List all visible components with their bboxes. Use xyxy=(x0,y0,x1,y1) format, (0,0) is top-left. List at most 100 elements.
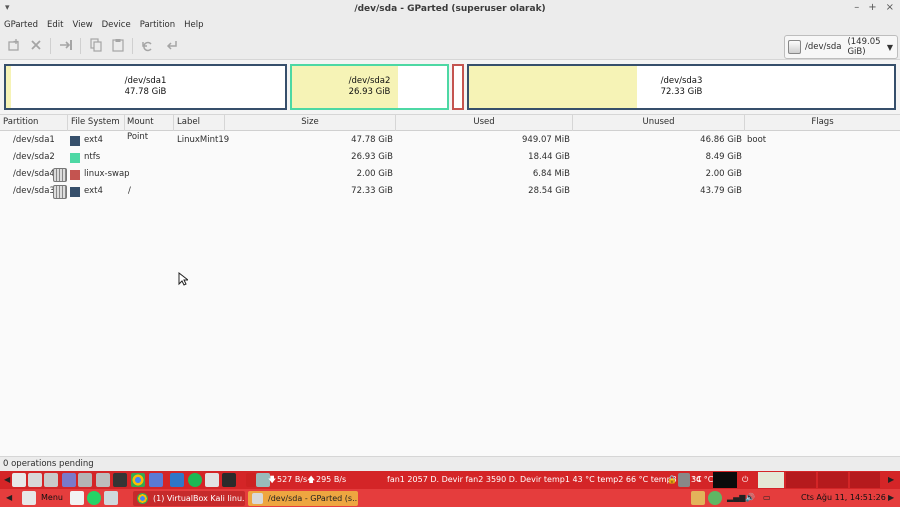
menu-view[interactable]: View xyxy=(72,20,92,30)
cell-used: 28.54 GiB xyxy=(528,186,570,196)
cell-partition: /dev/sda2 xyxy=(13,152,55,162)
new-partition-icon[interactable] xyxy=(6,38,22,54)
cell-size: 26.93 GiB xyxy=(351,152,393,162)
partition-map-size: 72.33 GiB xyxy=(660,87,703,97)
paste-icon[interactable] xyxy=(110,38,126,54)
col-mountpoint[interactable]: Mount Point xyxy=(125,115,174,142)
temperature-value: 34 °C xyxy=(691,475,714,484)
panel-right-arrow-icon[interactable]: ▶ xyxy=(888,489,894,507)
chrome-icon[interactable] xyxy=(131,473,145,487)
menu-device[interactable]: Device xyxy=(102,20,131,30)
panel-left-arrow-icon[interactable]: ◀ xyxy=(6,489,12,507)
partition-map-sda4[interactable] xyxy=(452,64,464,110)
menu-button[interactable]: Menu xyxy=(41,489,63,507)
table-row[interactable]: /dev/sda4 linux-swap 2.00 GiB 6.84 MiB 2… xyxy=(0,166,900,183)
window-titlebar: ▾ /dev/sda - GParted (superuser olarak) … xyxy=(0,0,900,18)
lock-icon xyxy=(53,168,67,182)
taskbar-item-label: /dev/sda - GParted (s... xyxy=(268,494,358,503)
workspace-switcher[interactable] xyxy=(818,472,848,488)
cell-unused: 43.79 GiB xyxy=(700,186,742,196)
panel-left-arrow-icon[interactable]: ◀ xyxy=(4,471,10,489)
partition-map-size: 47.78 GiB xyxy=(124,87,167,97)
workspace-switcher[interactable] xyxy=(786,472,816,488)
partition-table: Partition File System Mount Point Label … xyxy=(0,114,900,456)
clock[interactable]: Cts Ağu 11, 14:51:26 xyxy=(801,489,886,507)
shield-icon[interactable] xyxy=(708,491,722,505)
panel-right-arrow-icon[interactable]: ▶ xyxy=(888,471,894,489)
app-icon[interactable] xyxy=(205,473,219,487)
menu-gparted[interactable]: GParted xyxy=(4,20,38,30)
app-icon[interactable] xyxy=(170,473,184,487)
resize-icon[interactable] xyxy=(58,38,74,54)
firefox-icon[interactable] xyxy=(149,473,163,487)
window-menu-icon[interactable]: ▾ xyxy=(5,3,10,13)
menubar: GParted Edit View Device Partition Help xyxy=(0,18,900,32)
table-row[interactable]: /dev/sda3 ext4 / 72.33 GiB 28.54 GiB 43.… xyxy=(0,183,900,200)
toolbar: /dev/sda (149.05 GiB) ▼ xyxy=(0,32,900,60)
spotify-icon[interactable] xyxy=(188,473,202,487)
table-row[interactable]: /dev/sda1 ext4 LinuxMint19 47.78 GiB 949… xyxy=(0,132,900,149)
power-icon[interactable]: ⏻ xyxy=(742,471,748,489)
taskbar-item-virtualbox[interactable]: (1) VirtualBox Kali linu... xyxy=(133,491,245,506)
device-select-value: /dev/sda xyxy=(805,42,842,52)
lock-icon xyxy=(53,185,67,199)
sensors-readout: fan1 2057 D. Devir fan2 3590 D. Devir te… xyxy=(387,475,702,484)
col-flags[interactable]: Flags xyxy=(745,115,900,131)
copy-icon[interactable] xyxy=(88,38,104,54)
menu-edit[interactable]: Edit xyxy=(47,20,63,30)
cell-size: 72.33 GiB xyxy=(351,186,393,196)
table-row[interactable]: /dev/sda2 ntfs 26.93 GiB 18.44 GiB 8.49 … xyxy=(0,149,900,166)
battery-icon[interactable]: ▭ xyxy=(763,489,771,507)
apply-icon[interactable] xyxy=(164,38,180,54)
partition-map-sda1[interactable]: /dev/sda1 47.78 GiB xyxy=(4,64,287,110)
undo-icon[interactable] xyxy=(140,38,156,54)
terminal-icon[interactable] xyxy=(222,473,236,487)
fs-color-swatch xyxy=(70,136,80,146)
partition-map-sda2[interactable]: /dev/sda2 26.93 GiB xyxy=(290,64,449,110)
partition-map-sda3[interactable]: /dev/sda3 72.33 GiB xyxy=(467,64,896,110)
lock-icon: 🔒 xyxy=(667,475,677,484)
cell-size: 47.78 GiB xyxy=(351,135,393,145)
col-unused[interactable]: Unused xyxy=(573,115,745,131)
calculator-icon[interactable] xyxy=(96,473,110,487)
app-icon[interactable] xyxy=(246,473,256,487)
media-player-icon[interactable] xyxy=(113,473,127,487)
col-used[interactable]: Used xyxy=(396,115,573,131)
cell-partition: /dev/sda3 xyxy=(13,186,55,196)
app-icon[interactable] xyxy=(78,473,92,487)
cell-filesystem: ext4 xyxy=(84,186,103,196)
mint-logo-icon[interactable] xyxy=(22,491,36,505)
col-label[interactable]: Label xyxy=(174,115,225,131)
window-title: /dev/sda - GParted (superuser olarak) xyxy=(354,4,546,14)
volume-icon[interactable]: 🔊 xyxy=(745,489,755,507)
app-icon[interactable] xyxy=(28,473,42,487)
taskbar-item-gparted[interactable]: /dev/sda - GParted (s... xyxy=(248,491,358,506)
app-icon xyxy=(678,473,690,487)
device-select[interactable]: /dev/sda (149.05 GiB) ▼ xyxy=(784,35,898,59)
taskbar-item-label: (1) VirtualBox Kali linu... xyxy=(153,494,245,503)
menu-help[interactable]: Help xyxy=(184,20,203,30)
show-desktop-icon[interactable] xyxy=(12,473,26,487)
minimize-button[interactable]: – xyxy=(854,2,859,13)
cpu-graph xyxy=(713,472,737,488)
fs-color-swatch xyxy=(70,153,80,163)
col-size[interactable]: Size xyxy=(225,115,396,131)
whatsapp-icon[interactable] xyxy=(87,491,101,505)
maps-icon[interactable] xyxy=(70,491,84,505)
delete-icon[interactable] xyxy=(28,38,44,54)
col-partition[interactable]: Partition xyxy=(0,115,68,131)
maximize-button[interactable]: + xyxy=(868,2,876,13)
mouse-cursor-icon xyxy=(178,271,190,289)
app-icon[interactable] xyxy=(104,491,118,505)
close-button[interactable]: × xyxy=(886,2,894,13)
files-icon[interactable] xyxy=(62,473,76,487)
network-icon[interactable]: ▂▄▆ xyxy=(727,489,745,507)
menu-partition[interactable]: Partition xyxy=(140,20,175,30)
cell-used: 949.07 MiB xyxy=(522,135,570,145)
tray-icon[interactable] xyxy=(691,491,705,505)
col-filesystem[interactable]: File System xyxy=(68,115,125,131)
workspace-switcher[interactable] xyxy=(758,472,784,488)
fs-color-swatch xyxy=(70,170,80,180)
workspace-switcher[interactable] xyxy=(850,472,880,488)
app-icon[interactable] xyxy=(44,473,58,487)
